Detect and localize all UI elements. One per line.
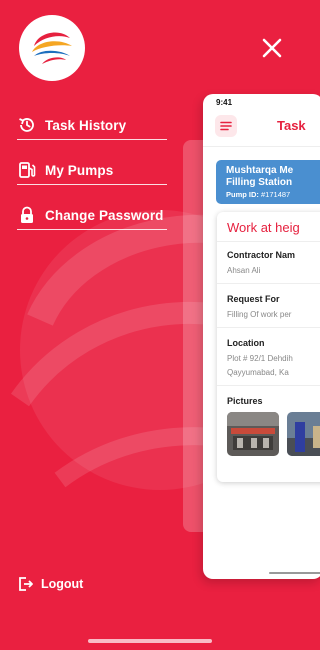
header-divider (203, 146, 320, 147)
pump-id-value: #171487 (261, 190, 291, 199)
pump-id: Pump ID: #171487 (226, 190, 320, 199)
menu-item-label: Task History (45, 117, 127, 133)
pump-id-label: Pump ID: (226, 190, 259, 199)
field-label: Request For (227, 294, 280, 304)
station-card[interactable]: Mushtarqa Me Filling Station Pump ID: #1… (216, 160, 320, 204)
divider (217, 283, 320, 284)
drawer-menu: Task History My Pumps Change Password (17, 111, 167, 246)
menu-item-my-pumps[interactable]: My Pumps (17, 156, 167, 185)
field-value: Ahsan Ali (227, 266, 261, 275)
field-request-for: Request For Filling Of work per (227, 294, 320, 319)
divider (217, 327, 320, 328)
hamburger-menu-button[interactable] (215, 115, 237, 137)
field-value-line2: Qayyumabad, Ka (227, 368, 289, 377)
fuel-pump-icon (17, 160, 37, 180)
field-location: Location Plot # 92/1 Dehdih Qayyumabad, … (227, 338, 320, 377)
picture-thumbnail[interactable] (287, 412, 320, 456)
menu-item-change-password[interactable]: Change Password (17, 201, 167, 230)
pictures-row (227, 412, 320, 456)
menu-item-task-history[interactable]: Task History (17, 111, 167, 140)
task-detail-card[interactable]: Work at heig Contractor Nam Ahsan Ali Re… (217, 212, 320, 482)
brand-logo (19, 15, 85, 81)
brand-logo-mark (32, 28, 72, 68)
field-label: Pictures (227, 396, 263, 406)
field-label: Contractor Nam (227, 250, 296, 260)
close-icon (262, 38, 282, 58)
field-contractor: Contractor Nam Ahsan Ali (227, 250, 320, 275)
field-label: Location (227, 338, 265, 348)
station-name-line2: Filling Station (226, 177, 293, 188)
divider (217, 241, 320, 242)
picture-thumbnail[interactable] (227, 412, 279, 456)
logout-label: Logout (41, 577, 84, 591)
logout-icon (19, 577, 33, 591)
field-value: Plot # 92/1 Dehdih (227, 354, 293, 363)
status-time: 9:41 (216, 98, 233, 107)
lock-icon (17, 205, 37, 225)
main-screen-preview[interactable]: 9:41 Task Mushtarqa Me Filling Station P… (203, 94, 320, 579)
close-drawer-button[interactable] (258, 34, 286, 62)
home-indicator-bar (88, 639, 212, 643)
logout-button[interactable]: Logout (17, 576, 83, 592)
menu-icon (220, 121, 232, 131)
divider (217, 385, 320, 386)
station-name-line1: Mushtarqa Me (226, 165, 294, 176)
field-pictures: Pictures (227, 396, 320, 456)
home-indicator (269, 572, 320, 574)
screen-title: Task (277, 118, 306, 133)
field-value: Filling Of work per (227, 310, 292, 319)
history-icon (17, 115, 37, 135)
task-title: Work at heig (227, 220, 300, 235)
menu-item-label: Change Password (45, 207, 164, 223)
menu-item-label: My Pumps (45, 162, 114, 178)
